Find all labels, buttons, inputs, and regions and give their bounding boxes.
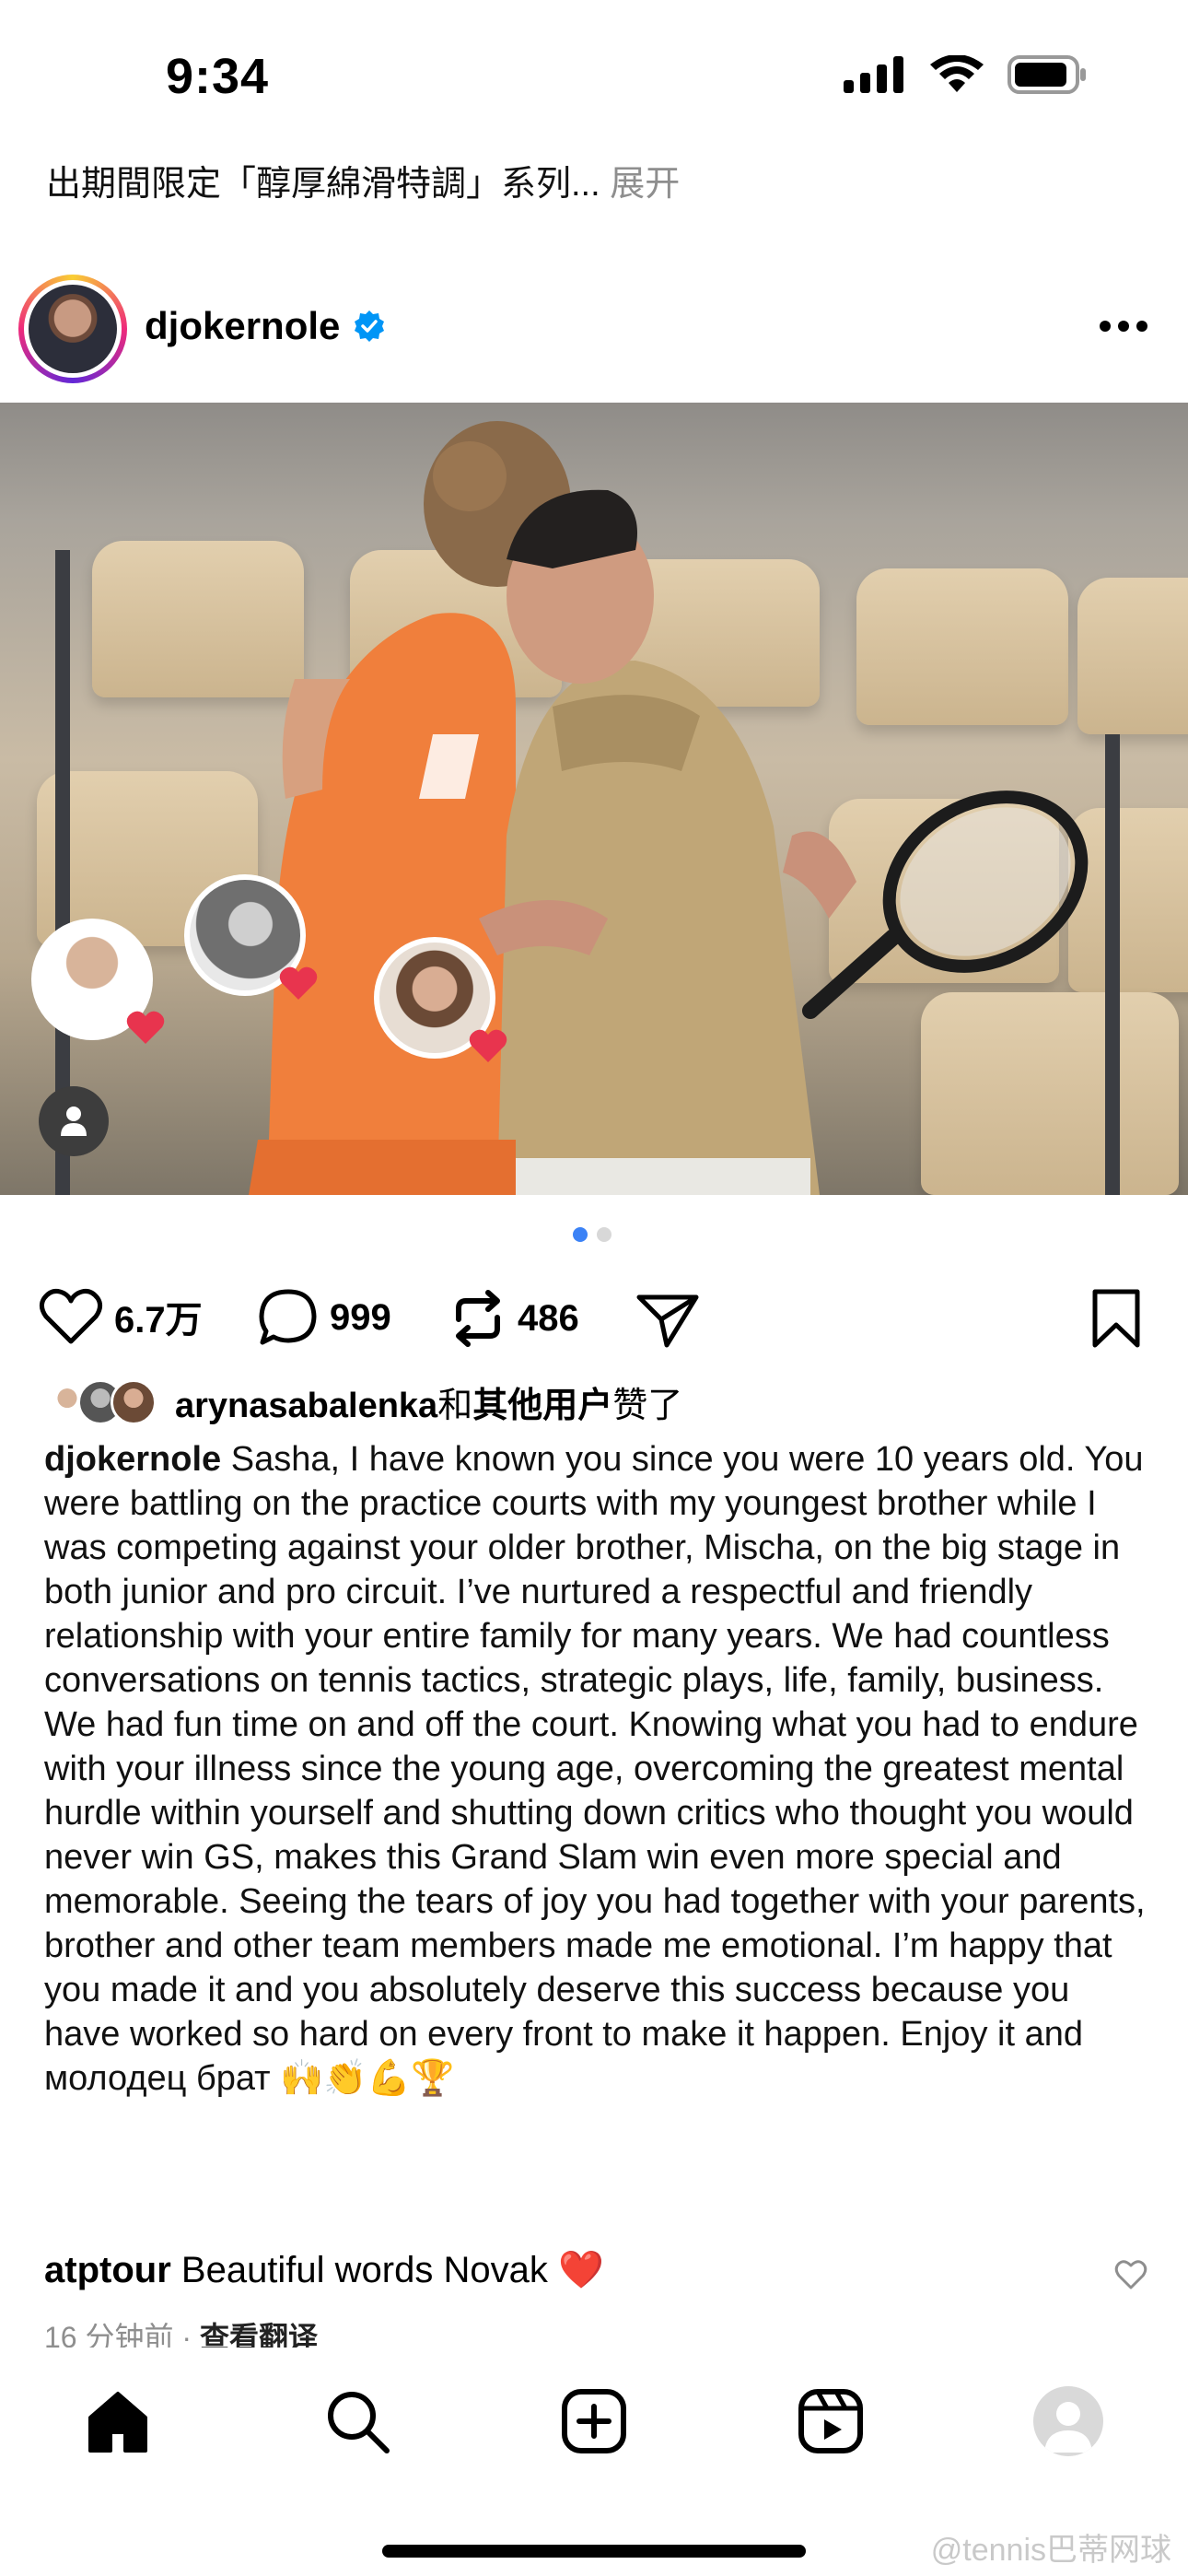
profile-avatar-icon [1044,2402,1092,2453]
carousel-dot [597,1227,611,1242]
search-icon[interactable] [322,2386,392,2456]
tagged-user-avatar[interactable] [31,919,165,1044]
story-ring[interactable] [18,275,127,383]
repost-icon [456,1290,500,1347]
tagged-user-avatar[interactable] [374,937,507,1062]
reels-icon[interactable] [796,2386,866,2456]
share-icon[interactable] [635,1292,700,1349]
profile-icon[interactable] [1033,2386,1103,2456]
players-embrace [249,421,1089,1195]
expand-caption-link[interactable]: 展开 [610,165,680,204]
comment-button[interactable]: 999 [258,1288,391,1347]
carousel-indicator [573,1227,611,1242]
heart-icon [39,1288,103,1344]
verified-badge-icon [355,310,384,342]
repost-button[interactable]: 486 [449,1288,579,1349]
tags-button[interactable] [39,1086,109,1156]
liked-by-user[interactable]: arynasabalenka [175,1387,437,1425]
like-count: 6.7万 [114,1300,203,1341]
home-indicator[interactable] [382,2545,806,2558]
liked-by-conjunction: 和 [437,1387,473,1425]
status-icons [844,55,1087,94]
comment-username[interactable]: atptour [44,2250,171,2290]
previous-caption-text: 出期間限定「醇厚綿滑特調」系列... [46,165,600,204]
avatar-border [24,280,122,378]
like-button[interactable]: 6.7万 [39,1288,203,1345]
liked-by-others[interactable]: 其他用户 [472,1387,612,1425]
more-options-icon[interactable] [1096,317,1151,335]
caption-text: Sasha, I have known you since you were 1… [44,1440,1146,2098]
comment-icon [259,1289,317,1345]
user-tag-icon [61,1107,87,1136]
comment-text: Beautiful words Novak ❤️ [181,2250,604,2290]
liked-by-text: arynasabalenka和其他用户赞了 [175,1376,682,1427]
comment-count: 999 [330,1296,391,1338]
heart-reaction-icon [126,1011,165,1044]
cellular-signal-icon [844,56,903,93]
post-caption: djokernole Sasha, I have known you since… [44,1437,1149,2101]
post-action-bar: 6.7万 999 486 [0,1271,1188,1354]
post-username[interactable]: djokernole [145,304,340,348]
post-photo[interactable] [0,403,1188,1195]
repost-count: 486 [518,1297,579,1339]
heart-reaction-icon [469,1029,507,1062]
create-icon[interactable] [559,2386,629,2456]
post-header: djokernole [0,267,1188,387]
liked-by-tail: 赞了 [612,1387,683,1425]
previous-post-caption: 出期間限定「醇厚綿滑特調」系列... 展开 [46,155,680,205]
battery-icon [1007,55,1086,94]
comment-like-icon[interactable] [1114,2259,1147,2290]
tagged-user-avatar[interactable] [184,874,318,1000]
avatar[interactable] [29,285,117,373]
bookmark-icon[interactable] [1090,1288,1142,1349]
status-bar: 9:34 [0,0,1188,161]
caption-username[interactable]: djokernole [44,1440,221,1479]
heart-reaction-icon [279,966,318,1000]
liked-by-row[interactable]: arynasabalenka和其他用户赞了 [44,1376,682,1427]
home-icon[interactable] [83,2386,153,2456]
comment-preview[interactable]: atptour Beautiful words Novak ❤️ [44,2248,1149,2291]
watermark: @tennis巴蒂网球 [930,2533,1171,2568]
status-time: 9:34 [166,49,270,104]
liker-avatar [111,1378,157,1425]
carousel-dot [573,1227,588,1242]
wifi-icon [930,55,984,92]
bottom-navigation: @tennis巴蒂网球 [0,2348,1188,2576]
